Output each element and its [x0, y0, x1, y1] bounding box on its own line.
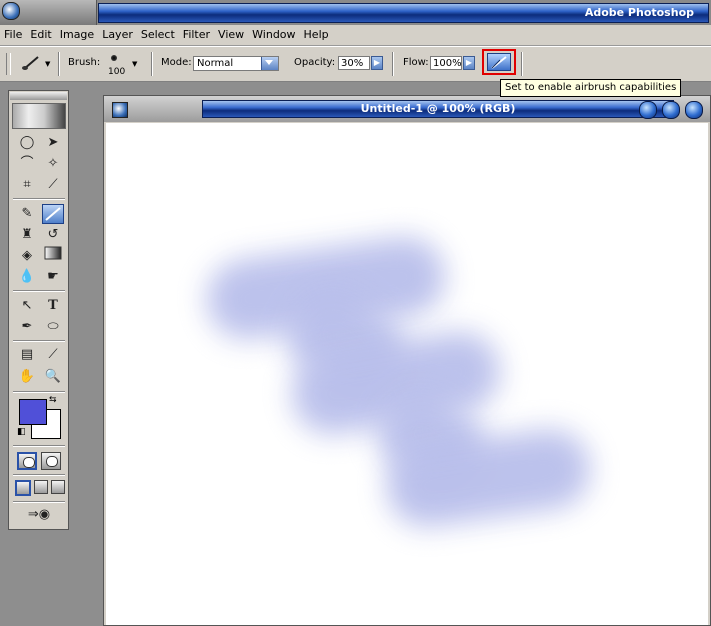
- airbrush-tooltip: Set to enable airbrush capabilities: [500, 79, 682, 97]
- title-bar-strip: Adobe Photoshop: [98, 3, 709, 23]
- document-title-bar: Untitled-1 @ 100% (RGB): [104, 96, 710, 122]
- eyedropper-icon[interactable]: ⟋: [42, 345, 64, 365]
- hand-icon[interactable]: ✋: [16, 367, 38, 387]
- blur-icon[interactable]: 💧: [16, 267, 38, 287]
- move-tool-icon[interactable]: ➤: [42, 133, 64, 153]
- path-selection-icon[interactable]: ↖: [16, 296, 38, 316]
- chevron-down-icon[interactable]: ▼: [132, 60, 137, 68]
- brush-tool-preset-icon[interactable]: [20, 53, 42, 73]
- foreground-color-swatch[interactable]: [19, 399, 47, 425]
- brush-size: 100: [108, 67, 126, 77]
- gradient-icon[interactable]: [42, 246, 64, 266]
- opacity-field[interactable]: 30%: [338, 56, 370, 70]
- divider: [13, 391, 65, 393]
- menu-filter[interactable]: Filter: [179, 25, 214, 45]
- quick-mask-mode-button[interactable]: [41, 452, 61, 470]
- mode-label: Mode:: [161, 57, 192, 68]
- menu-layer[interactable]: Layer: [98, 25, 137, 45]
- menu-view[interactable]: View: [214, 25, 248, 45]
- history-brush-icon[interactable]: ↺: [42, 225, 64, 245]
- mode-value: Normal: [197, 58, 234, 69]
- menu-select[interactable]: Select: [137, 25, 179, 45]
- document-title: Untitled-1 @ 100% (RGB): [360, 102, 516, 115]
- slice-icon[interactable]: ⟋: [42, 175, 64, 195]
- title-bar-corner: [0, 0, 97, 25]
- airbrush-icon: [487, 53, 511, 71]
- divider: [13, 340, 65, 342]
- flow-slider-arrow-icon[interactable]: ▶: [463, 56, 475, 70]
- menu-window[interactable]: Window: [248, 25, 299, 45]
- swap-colors-icon[interactable]: ⇆: [49, 395, 57, 405]
- document-title-strip: Untitled-1 @ 100% (RGB): [202, 100, 674, 118]
- divider: [13, 474, 65, 476]
- options-bar: ▼ Brush: 100 ▼ Mode: Normal Opacity: 30%…: [0, 46, 711, 82]
- brush-label: Brush:: [68, 57, 101, 68]
- flow-field[interactable]: 100%: [430, 56, 462, 70]
- maximize-button[interactable]: [662, 101, 680, 119]
- app-title-bar: Adobe Photoshop: [0, 0, 711, 25]
- toolbox: ◯ ➤ ⌒ ✧ ⌗ ⟋ ✎ ♜ ↺ ◈ 💧 ☛ ↖ T ✒ ⬭ ▤ ⟋ ✋ 🔍 …: [8, 90, 69, 530]
- divider: [151, 52, 153, 76]
- pen-icon[interactable]: ✒: [16, 317, 38, 337]
- menu-help[interactable]: Help: [300, 25, 333, 45]
- magic-wand-icon[interactable]: ✧: [42, 154, 64, 174]
- type-tool-icon[interactable]: T: [42, 296, 64, 316]
- opacity-slider-arrow-icon[interactable]: ▶: [371, 56, 383, 70]
- photoshop-feather-icon[interactable]: [12, 103, 66, 129]
- screen-mode-full-menu-button[interactable]: [34, 480, 48, 494]
- divider: [521, 52, 523, 76]
- zoom-icon[interactable]: 🔍: [42, 367, 64, 387]
- opacity-label: Opacity:: [294, 57, 336, 68]
- notes-icon[interactable]: ▤: [16, 345, 38, 365]
- divider: [13, 198, 65, 200]
- screen-mode-standard-button[interactable]: [15, 480, 31, 496]
- dodge-icon[interactable]: ☛: [42, 267, 64, 287]
- document-icon[interactable]: [112, 102, 128, 118]
- chevron-down-icon[interactable]: ▼: [45, 60, 50, 68]
- flow-label: Flow:: [403, 57, 429, 68]
- lasso-icon[interactable]: ⌒: [16, 154, 38, 174]
- close-button[interactable]: [685, 101, 703, 119]
- ellipse-shape-icon[interactable]: ⬭: [42, 317, 64, 337]
- minimize-button[interactable]: [639, 101, 657, 119]
- document-canvas[interactable]: [106, 123, 708, 625]
- divider: [13, 445, 65, 447]
- chevron-down-icon[interactable]: [261, 57, 278, 70]
- crop-icon[interactable]: ⌗: [16, 175, 38, 195]
- photoshop-logo-icon[interactable]: [2, 2, 20, 20]
- quick-mask-icon: [46, 456, 58, 467]
- document-window: Untitled-1 @ 100% (RGB): [103, 95, 711, 626]
- airbrush-button[interactable]: [482, 49, 516, 75]
- rectangular-marquee-icon[interactable]: ◯: [16, 133, 38, 153]
- divider: [58, 52, 60, 76]
- menu-image[interactable]: Image: [56, 25, 98, 45]
- app-title: Adobe Photoshop: [584, 6, 694, 19]
- brush-icon[interactable]: [42, 204, 64, 224]
- menu-bar: File Edit Image Layer Select Filter View Window…: [0, 25, 711, 46]
- brush-preview-icon[interactable]: [111, 55, 117, 61]
- divider: [392, 52, 394, 76]
- standard-mode-icon: [23, 457, 35, 468]
- screen-mode-full-button[interactable]: [51, 480, 65, 494]
- toolbox-grip[interactable]: [10, 92, 67, 100]
- menu-file[interactable]: File: [0, 25, 26, 45]
- mode-select[interactable]: Normal: [193, 56, 279, 71]
- clone-stamp-icon[interactable]: ♜: [16, 225, 38, 245]
- default-colors-icon[interactable]: ◧: [17, 427, 26, 437]
- menu-edit[interactable]: Edit: [26, 25, 55, 45]
- eraser-icon[interactable]: ◈: [16, 246, 38, 266]
- jump-to-imageready-icon[interactable]: ⇒◉: [17, 505, 61, 525]
- divider: [13, 290, 65, 292]
- divider: [13, 501, 65, 503]
- standard-mode-button[interactable]: [17, 452, 37, 470]
- options-bar-grip[interactable]: [6, 53, 11, 75]
- healing-brush-icon[interactable]: ✎: [16, 204, 38, 224]
